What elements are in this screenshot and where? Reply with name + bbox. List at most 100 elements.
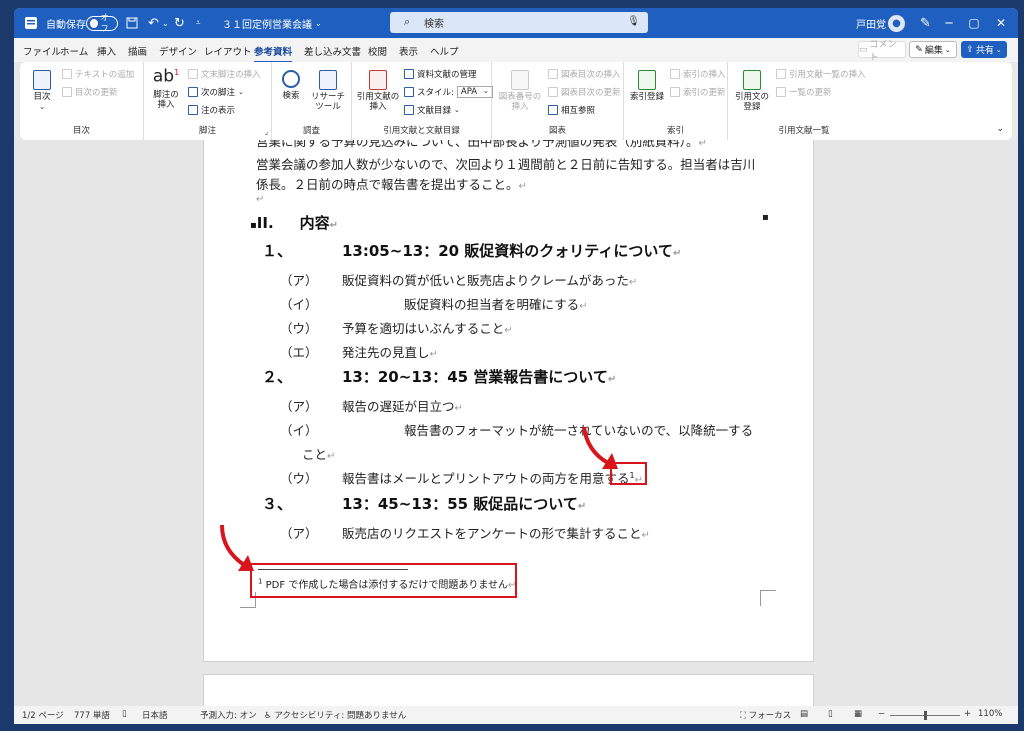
- highlight-box-footnote-text: [250, 563, 517, 598]
- paragraph-mark-icon: ↵: [698, 140, 707, 149]
- accessibility-status[interactable]: ♿ アクセシビリティ: 問題ありません: [264, 709, 406, 721]
- undo-icon[interactable]: ↶: [148, 8, 159, 38]
- autosave-toggle[interactable]: オフ: [86, 8, 118, 38]
- insert-citation-button[interactable]: 引用文献の 挿入: [356, 70, 400, 112]
- bibliography-icon: [404, 105, 414, 115]
- doc-line: 営業に関する予算の見込みについて、田中部長より予測値の発表（別紙資料）。↵: [256, 140, 707, 150]
- update-table-button[interactable]: 図表目次の更新: [548, 86, 621, 98]
- dialog-launcher-icon[interactable]: ⌟: [265, 128, 268, 136]
- tab-mailings[interactable]: 差し込み文書: [304, 44, 361, 58]
- next-footnote-button[interactable]: 次の脚注 ⌄: [188, 86, 244, 98]
- zoom-out-icon[interactable]: −: [878, 709, 885, 719]
- zoom-in-icon[interactable]: +: [964, 709, 971, 719]
- tab-draw[interactable]: 描画: [128, 44, 147, 58]
- add-text-button[interactable]: テキストの追加: [62, 68, 134, 80]
- table-of-figures-icon: [548, 69, 558, 79]
- bibliography-button[interactable]: 文献目録 ⌄: [404, 104, 460, 116]
- ribbon-display-icon[interactable]: ✎: [920, 8, 931, 38]
- close-button[interactable]: ✕: [986, 8, 1016, 38]
- tab-file[interactable]: ファイル: [23, 44, 61, 58]
- page-count[interactable]: 1/2 ページ: [22, 709, 64, 721]
- share-button[interactable]: ⇪ 共有 ⌄: [961, 41, 1007, 58]
- document-page-2[interactable]: [203, 674, 814, 706]
- tab-home[interactable]: ホーム: [60, 44, 88, 58]
- paragraph-mark-icon: ↵: [672, 248, 682, 259]
- menu-bar: ファイル ホーム 挿入 描画 デザイン レイアウト 参考資料 差し込み文書 校閲…: [14, 38, 1018, 63]
- paragraph-mark-icon: ↵: [429, 349, 438, 360]
- item-title-2: 13：20~13：45 営業報告書について↵: [342, 366, 616, 387]
- item-title-3: 13：45~13：55 販促品について↵: [342, 493, 586, 514]
- tab-layout[interactable]: レイアウト: [204, 44, 252, 58]
- avatar[interactable]: ●: [888, 8, 905, 38]
- update-index-button[interactable]: 索引の更新: [670, 86, 726, 98]
- comment-button[interactable]: ▭ コメント: [858, 40, 906, 63]
- search-box[interactable]: ⌕ 検索 🎙: [390, 12, 648, 33]
- read-mode-icon[interactable]: ▤: [800, 709, 808, 719]
- insert-index-button[interactable]: 索引の挿入: [670, 68, 726, 80]
- paragraph-mark-icon: ↵: [454, 403, 463, 414]
- researcher-label: リサーチ ツール: [310, 92, 345, 112]
- researcher-button[interactable]: リサーチ ツール: [308, 70, 348, 112]
- language[interactable]: 日本語: [142, 709, 168, 721]
- microphone-icon[interactable]: 🎙: [627, 16, 640, 27]
- chevron-down-icon: ⌄: [483, 87, 489, 95]
- word-count[interactable]: 777 単語: [74, 709, 110, 721]
- search-research-button[interactable]: 検索: [278, 70, 304, 101]
- tab-review[interactable]: 校閲: [368, 44, 387, 58]
- update-authorities-button[interactable]: 一覧の更新: [776, 86, 832, 98]
- undo-dropdown-icon[interactable]: ⌄: [162, 8, 169, 38]
- save-icon[interactable]: [126, 8, 138, 38]
- document-title[interactable]: ３１回定例営業会議 ⌄: [222, 8, 322, 38]
- update-toc-button[interactable]: 目次の更新: [62, 86, 118, 98]
- insert-footnote-button[interactable]: ab1 脚注の 挿入: [148, 68, 184, 110]
- margin-corner-icon: [760, 590, 776, 606]
- sub-mark: （ア）: [280, 526, 318, 541]
- edit-mode-button[interactable]: ✎ 編集 ⌄: [909, 41, 957, 58]
- show-notes-button[interactable]: 注の表示: [188, 104, 235, 116]
- paragraph-mark-icon: ↵: [579, 301, 588, 312]
- share-icon: ⇪: [966, 44, 974, 55]
- user-name: 戸田覚: [856, 19, 886, 31]
- print-layout-icon[interactable]: ▯: [828, 709, 833, 719]
- paragraph-mark-icon: ↵: [607, 374, 617, 385]
- proofing-icon[interactable]: ▯: [122, 709, 127, 719]
- focus-mode[interactable]: ⛶ フォーカス: [740, 709, 791, 721]
- insert-caption-button[interactable]: 図表番号の 挿入: [496, 70, 544, 112]
- comment-icon: ▭: [859, 44, 868, 55]
- sub-mark: （イ）: [280, 423, 318, 438]
- maximize-button[interactable]: ▢: [959, 8, 989, 38]
- doc-line-text: 係長。２日前の時点で報告書を提出すること。: [256, 177, 519, 192]
- share-label: 共有: [975, 46, 994, 56]
- zoom-slider-thumb[interactable]: [924, 711, 927, 720]
- tab-design[interactable]: デザイン: [159, 44, 197, 58]
- customize-qat-icon[interactable]: ⩡: [196, 8, 201, 38]
- tab-help[interactable]: ヘルプ: [430, 44, 459, 58]
- insert-table-of-figures-label: 図表目次の挿入: [561, 70, 621, 80]
- tab-references[interactable]: 参考資料: [254, 44, 293, 63]
- document-title-text: ３１回定例営業会議: [222, 19, 312, 31]
- insert-authorities-button[interactable]: 引用文献一覧の挿入: [776, 68, 866, 80]
- cross-reference-button[interactable]: 相互参照: [548, 104, 595, 116]
- tab-view[interactable]: 表示: [399, 44, 418, 58]
- group-citations: 引用文献の 挿入 資料文献の管理 スタイル: APA ⌄ 文献目録 ⌄ 引用文献と文…: [352, 62, 493, 140]
- text-prediction[interactable]: 予測入力: オン: [200, 709, 257, 721]
- mark-citation-button[interactable]: 引用文の 登録: [734, 70, 770, 112]
- mark-entry-button[interactable]: 索引登録: [630, 70, 664, 102]
- section-title: 内容: [299, 214, 330, 232]
- web-layout-icon[interactable]: ▦: [854, 709, 862, 719]
- manage-sources-button[interactable]: 資料文献の管理: [404, 68, 477, 80]
- sub-item-text-value: 販売店のリクエストをアンケートの形で集計すること: [342, 526, 642, 541]
- insert-endnote-button[interactable]: 文末脚注の挿入: [188, 68, 261, 80]
- insert-table-of-figures-button[interactable]: 図表目次の挿入: [548, 68, 621, 80]
- cross-reference-icon: [548, 105, 558, 115]
- redo-icon[interactable]: ↻: [174, 8, 185, 38]
- citation-style-select[interactable]: APA ⌄: [456, 86, 493, 98]
- word-app-icon[interactable]: [24, 8, 38, 38]
- collapse-ribbon-icon[interactable]: ⌄: [996, 124, 1004, 134]
- toc-button[interactable]: 目次 ⌄: [28, 70, 56, 112]
- sub-item-text-value: 予算を適切はいぶんすること: [342, 321, 505, 336]
- insert-endnote-label: 文末脚注の挿入: [201, 70, 261, 80]
- paragraph-mark-icon: ↵: [504, 325, 513, 336]
- zoom-level[interactable]: 110%: [978, 709, 1002, 719]
- tab-insert[interactable]: 挿入: [97, 44, 116, 58]
